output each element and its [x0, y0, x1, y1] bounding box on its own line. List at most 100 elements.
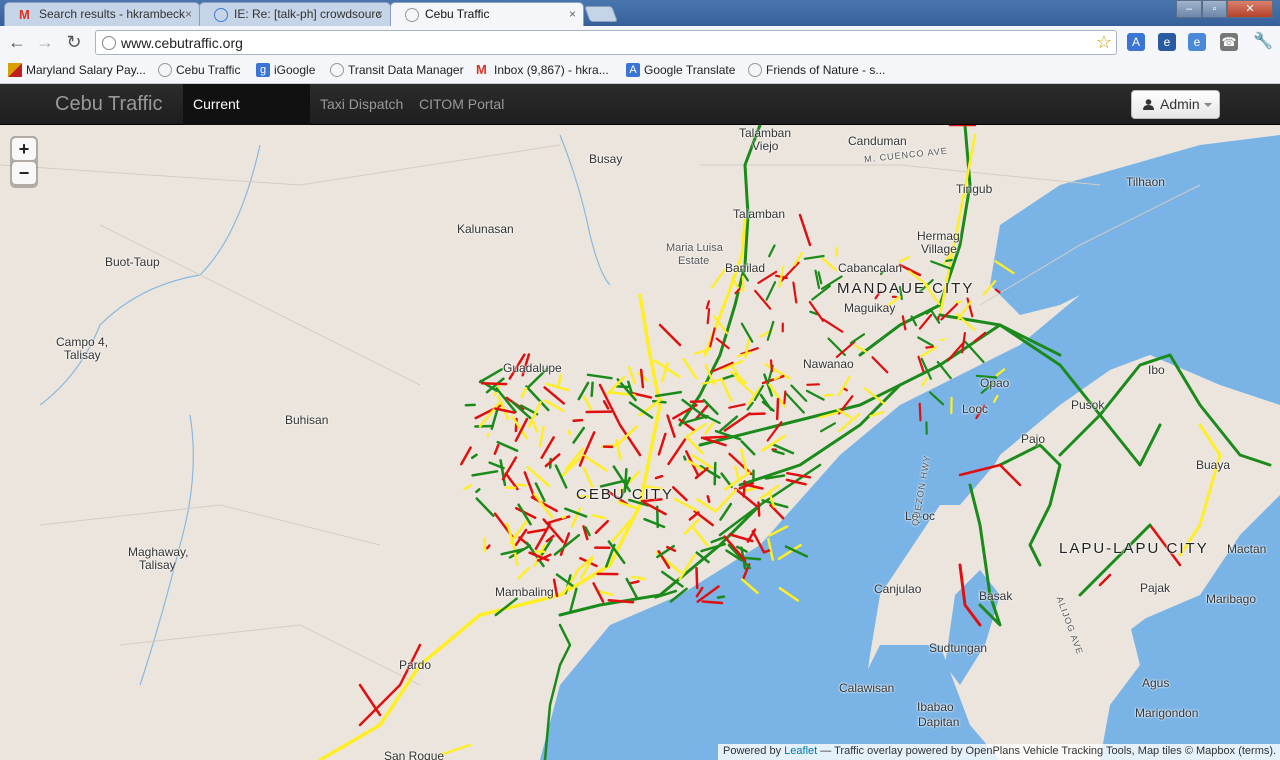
- bookmark-maryland[interactable]: Maryland Salary Pay...: [8, 63, 146, 77]
- new-tab-button[interactable]: [584, 6, 618, 22]
- traffic-segment: [854, 344, 867, 353]
- traffic-segment: [561, 515, 567, 519]
- place-label: Opao: [980, 376, 1010, 390]
- traffic-map[interactable]: Talamban Viejo Canduman M. CUENCO AVE Ti…: [0, 125, 1280, 760]
- maximize-button[interactable]: ▫: [1202, 0, 1227, 18]
- wrench-icon[interactable]: 🔧: [1253, 33, 1273, 51]
- minimize-button[interactable]: –: [1176, 0, 1202, 18]
- traffic-segment: [520, 386, 528, 399]
- place-label: Busay: [589, 152, 623, 166]
- traffic-segment: [658, 323, 682, 347]
- admin-dropdown-button[interactable]: Admin: [1131, 90, 1220, 119]
- traffic-segment: [945, 258, 953, 263]
- bookmark-friends-of-nature[interactable]: Friends of Nature - s...: [748, 63, 885, 77]
- bookmark-label: Transit Data Manager: [348, 63, 464, 77]
- bookmark-transit-data[interactable]: Transit Data Manager: [330, 63, 464, 77]
- traffic-segment: [572, 426, 586, 444]
- traffic-segment: [704, 421, 715, 435]
- bookmark-google-translate[interactable]: A Google Translate: [626, 63, 735, 77]
- google-voice-icon[interactable]: ☎: [1220, 33, 1238, 51]
- traffic-segment: [936, 361, 952, 380]
- traffic-segment: [745, 483, 764, 490]
- translate-icon[interactable]: A: [1127, 33, 1145, 51]
- traffic-segment: [628, 580, 640, 585]
- city-label: LAPU-LAPU CITY: [1059, 540, 1209, 557]
- traffic-segment: [475, 497, 495, 517]
- bookmark-inbox[interactable]: M Inbox (9,867) - hkra...: [476, 62, 609, 78]
- traffic-segment: [803, 254, 825, 260]
- traffic-segment: [617, 500, 639, 510]
- bookmark-icon: [8, 63, 22, 77]
- traffic-segment: [918, 402, 922, 422]
- place-label: Banilad: [725, 261, 766, 275]
- traffic-segment: [921, 377, 929, 387]
- traffic-segment: [762, 549, 771, 554]
- traffic-segment: [701, 378, 721, 385]
- traffic-segment: [552, 578, 559, 598]
- place-label: Ibo: [1148, 363, 1165, 377]
- place-label: Looc: [962, 402, 989, 416]
- traffic-segment: [554, 464, 568, 489]
- address-bar[interactable]: www.cebutraffic.org ☆: [95, 30, 1117, 55]
- map-canvas: [0, 125, 1280, 760]
- extension-icon[interactable]: e: [1158, 33, 1176, 51]
- nav-citom-portal[interactable]: CITOM Portal: [409, 84, 514, 125]
- traffic-segment: [538, 425, 545, 448]
- tab-cebu-traffic[interactable]: Cebu Traffic ×: [390, 2, 584, 26]
- traffic-segment: [667, 438, 687, 466]
- tab-title: IE: Re: [talk-ph] crowdsourc: [234, 7, 382, 21]
- traffic-segment: [692, 526, 709, 548]
- traffic-segment: [955, 300, 963, 304]
- place-label: Mambaling: [495, 585, 554, 599]
- tab-search-results[interactable]: M Search results - hkrambeck ×: [4, 2, 200, 26]
- traffic-segment: [523, 471, 536, 498]
- place-label: Tilhaon: [1126, 175, 1165, 189]
- forward-arrow-icon[interactable]: →: [34, 31, 56, 53]
- gmail-icon: M: [476, 62, 487, 77]
- back-arrow-icon[interactable]: ←: [6, 31, 28, 53]
- traffic-segment: [501, 456, 518, 481]
- translate-icon: A: [626, 63, 640, 77]
- close-icon[interactable]: ×: [376, 7, 383, 21]
- zoom-in-button[interactable]: +: [12, 138, 36, 160]
- traffic-segment: [901, 315, 907, 331]
- place-label: Estate: [678, 255, 710, 267]
- bookmark-cebu-traffic[interactable]: Cebu Traffic: [158, 63, 240, 77]
- place-label: Calawisan: [839, 681, 895, 695]
- traffic-segment: [918, 313, 933, 330]
- traffic-segment: [716, 488, 737, 512]
- place-label: Buot-Taup: [105, 255, 160, 269]
- bookmark-label: Cebu Traffic: [176, 63, 241, 77]
- close-icon[interactable]: ×: [185, 7, 192, 21]
- traffic-segment: [754, 289, 772, 310]
- bookmark-star-icon[interactable]: ☆: [1096, 32, 1112, 53]
- place-label: Viejo: [752, 139, 779, 153]
- nav-taxi-dispatch[interactable]: Taxi Dispatch: [310, 84, 413, 125]
- brand-title[interactable]: Cebu Traffic: [55, 93, 162, 116]
- tab-ie-re[interactable]: IE: Re: [talk-ph] crowdsourc ×: [199, 2, 391, 26]
- place-label: Mactan: [1227, 542, 1267, 556]
- reload-icon[interactable]: ↻: [63, 31, 85, 53]
- traffic-segment: [930, 260, 953, 270]
- traffic-segment: [438, 743, 472, 757]
- nav-current-conditions[interactable]: Current Conditions: [183, 84, 310, 152]
- ie-tab-icon[interactable]: e: [1188, 33, 1206, 51]
- place-label: Ibabao: [917, 700, 954, 714]
- traffic-segment: [710, 268, 726, 289]
- traffic-segment: [820, 422, 836, 433]
- traffic-segment: [499, 459, 507, 487]
- place-label: Marigondon: [1135, 706, 1199, 720]
- traffic-segment: [765, 281, 777, 301]
- zoom-out-button[interactable]: −: [12, 162, 36, 184]
- place-label: Sudtungan: [929, 641, 988, 655]
- bookmark-label: Friends of Nature - s...: [766, 63, 886, 77]
- close-icon[interactable]: ×: [569, 7, 576, 21]
- traffic-segment: [544, 453, 561, 468]
- bookmark-igoogle[interactable]: g iGoogle: [256, 63, 315, 77]
- traffic-segment: [516, 483, 527, 487]
- leaflet-link[interactable]: Leaflet: [784, 745, 817, 757]
- traffic-segment: [792, 281, 798, 304]
- traffic-segment: [590, 381, 594, 398]
- globe-icon: [330, 63, 344, 77]
- close-window-button[interactable]: ✕: [1227, 0, 1273, 18]
